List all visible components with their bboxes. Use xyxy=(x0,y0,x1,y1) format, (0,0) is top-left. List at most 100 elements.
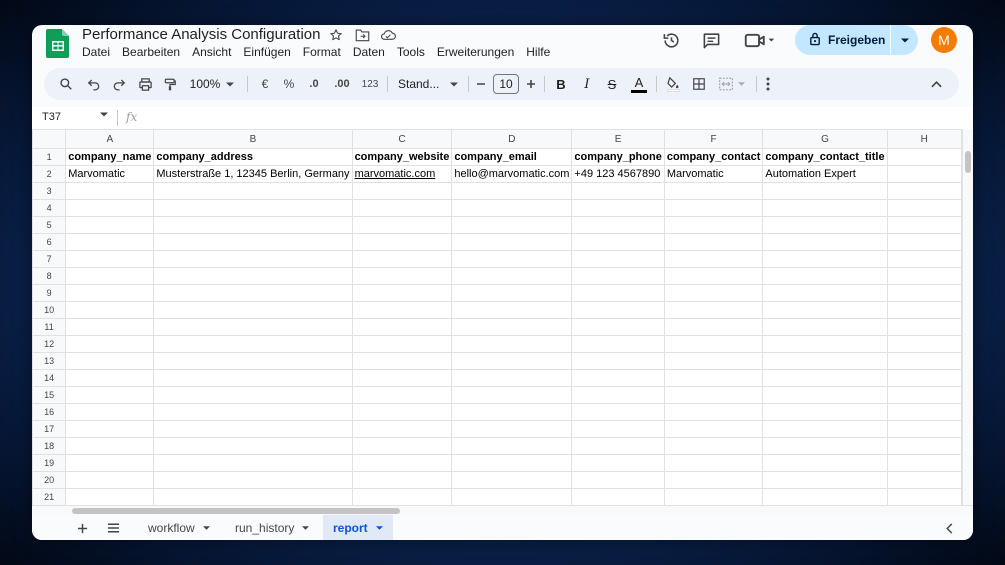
cell[interactable] xyxy=(571,471,665,489)
cell[interactable] xyxy=(762,250,888,268)
cell[interactable] xyxy=(65,182,155,200)
cell[interactable] xyxy=(153,369,353,387)
cell[interactable] xyxy=(451,420,573,438)
cell[interactable] xyxy=(886,250,962,268)
cell[interactable]: hello@marvomatic.com xyxy=(451,165,573,183)
row-header[interactable]: 6 xyxy=(32,233,67,251)
cell[interactable] xyxy=(886,216,962,234)
cell[interactable] xyxy=(451,301,573,319)
cell[interactable] xyxy=(663,369,764,387)
cell[interactable] xyxy=(451,267,573,285)
cell[interactable] xyxy=(571,233,665,251)
cell[interactable] xyxy=(65,216,155,234)
cell[interactable] xyxy=(762,301,888,319)
cell[interactable] xyxy=(65,488,155,505)
move-to-folder-icon[interactable] xyxy=(354,27,370,43)
cell[interactable] xyxy=(886,437,962,455)
cell[interactable] xyxy=(762,403,888,421)
cell[interactable] xyxy=(663,403,764,421)
column-header[interactable]: B xyxy=(153,129,353,149)
cell[interactable] xyxy=(571,250,665,268)
cell[interactable] xyxy=(451,454,573,472)
cell[interactable] xyxy=(65,454,155,472)
increase-font-size-icon[interactable] xyxy=(523,68,539,100)
cell[interactable] xyxy=(762,488,888,505)
cell[interactable] xyxy=(351,437,453,455)
cell[interactable] xyxy=(153,199,353,217)
menu-erweiterungen[interactable]: Erweiterungen xyxy=(437,45,514,59)
row-header[interactable]: 14 xyxy=(32,369,67,387)
cell[interactable] xyxy=(351,284,453,302)
currency-format-button[interactable]: € xyxy=(256,68,274,100)
font-family-select[interactable]: Stand... xyxy=(394,68,462,100)
tab-report[interactable]: report xyxy=(323,515,393,540)
cell[interactable] xyxy=(663,284,764,302)
row-header[interactable]: 18 xyxy=(32,437,67,455)
row-header[interactable]: 13 xyxy=(32,352,67,370)
cell[interactable] xyxy=(886,352,962,370)
row-header[interactable]: 16 xyxy=(32,403,67,421)
cell[interactable] xyxy=(571,318,665,336)
cell[interactable] xyxy=(762,386,888,404)
share-options-chevron-down-icon[interactable] xyxy=(891,25,918,55)
comments-icon[interactable] xyxy=(699,28,723,52)
cell[interactable] xyxy=(351,420,453,438)
cell[interactable] xyxy=(663,488,764,505)
column-header[interactable]: E xyxy=(571,129,665,149)
cloud-saved-icon[interactable] xyxy=(380,27,396,43)
cell[interactable] xyxy=(65,233,155,251)
cell[interactable] xyxy=(65,267,155,285)
strikethrough-button[interactable]: S xyxy=(602,68,622,100)
cell[interactable] xyxy=(886,471,962,489)
cell[interactable] xyxy=(762,284,888,302)
percent-format-button[interactable]: % xyxy=(280,68,298,100)
cell[interactable] xyxy=(663,318,764,336)
cell[interactable] xyxy=(762,199,888,217)
vertical-scrollbar[interactable] xyxy=(962,129,973,505)
cell[interactable] xyxy=(351,335,453,353)
cell[interactable] xyxy=(762,352,888,370)
cell[interactable] xyxy=(153,386,353,404)
cell[interactable] xyxy=(351,182,453,200)
avatar[interactable]: M xyxy=(931,27,957,53)
row-header[interactable]: 4 xyxy=(32,199,67,217)
cell[interactable] xyxy=(886,267,962,285)
cell[interactable] xyxy=(65,471,155,489)
cell[interactable] xyxy=(65,369,155,387)
cell[interactable] xyxy=(663,386,764,404)
chevron-down-icon[interactable] xyxy=(375,525,383,530)
cell[interactable] xyxy=(451,352,573,370)
cell[interactable] xyxy=(153,471,353,489)
row-header[interactable]: 11 xyxy=(32,318,67,336)
row-header[interactable]: 12 xyxy=(32,335,67,353)
cell[interactable] xyxy=(153,403,353,421)
row-header[interactable]: 2 xyxy=(32,165,67,183)
explore-chevron-left-icon[interactable] xyxy=(939,518,959,538)
cell[interactable] xyxy=(65,352,155,370)
share-main-button[interactable]: Freigeben xyxy=(795,25,890,55)
cell[interactable] xyxy=(571,454,665,472)
chevron-down-icon[interactable] xyxy=(302,525,310,530)
cell[interactable] xyxy=(451,488,573,505)
undo-icon[interactable] xyxy=(84,68,104,100)
cell[interactable] xyxy=(762,267,888,285)
cell[interactable] xyxy=(153,233,353,251)
cell[interactable] xyxy=(571,369,665,387)
cell[interactable] xyxy=(153,488,353,505)
cell[interactable] xyxy=(762,454,888,472)
fill-color-icon[interactable] xyxy=(662,68,684,100)
cell[interactable] xyxy=(351,352,453,370)
cell[interactable] xyxy=(65,250,155,268)
cell[interactable] xyxy=(886,318,962,336)
cell[interactable]: Musterstraße 1, 12345 Berlin, Germany xyxy=(153,165,353,183)
cell[interactable] xyxy=(886,284,962,302)
menu-tools[interactable]: Tools xyxy=(397,45,425,59)
chevron-down-icon[interactable] xyxy=(202,525,210,530)
cell[interactable] xyxy=(65,386,155,404)
cell[interactable] xyxy=(451,199,573,217)
bold-button[interactable]: B xyxy=(551,68,571,100)
menu-ansicht[interactable]: Ansicht xyxy=(192,45,231,59)
version-history-icon[interactable] xyxy=(659,28,683,52)
row-header[interactable]: 3 xyxy=(32,182,67,200)
cell[interactable] xyxy=(886,369,962,387)
